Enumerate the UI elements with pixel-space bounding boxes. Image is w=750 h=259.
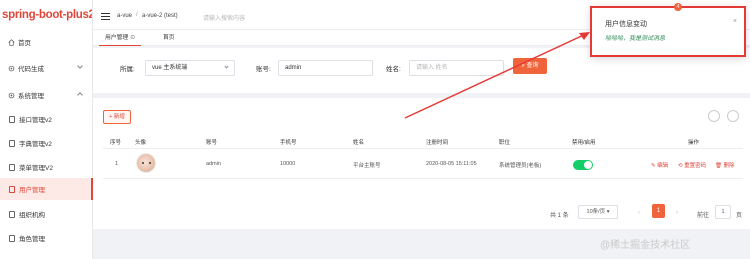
column-header: 姓名	[353, 140, 365, 146]
document-icon	[8, 163, 16, 171]
edit-button[interactable]: ✎ 编辑	[651, 161, 668, 169]
sidebar-item-org[interactable]: 组织机构	[0, 203, 93, 225]
menu-toggle-icon[interactable]	[101, 13, 110, 20]
close-icon[interactable]: ×	[733, 18, 737, 25]
notification-popup: 用户信息变动 × 哈哈哈，我是测试消息	[590, 6, 746, 57]
cell-register-time: 2020-08-05 15:11:05	[426, 161, 477, 167]
page-number-current[interactable]: 1	[652, 204, 665, 218]
tab-label: 用户管理	[105, 35, 129, 41]
document-icon	[8, 139, 16, 147]
cell-account: admin	[206, 161, 221, 167]
column-header: 操作	[688, 140, 700, 146]
sidebar-item-label: 组织机构	[19, 212, 45, 219]
system-select-value: vue 主系统端	[152, 65, 188, 71]
cell-index: 1	[115, 161, 119, 167]
sidebar-item-label: 菜单管理V2	[19, 165, 53, 172]
column-header: 手机号	[280, 140, 297, 146]
table-row: 1 admin 10000 平台主账号 2020-08-05 15:11:05 …	[103, 149, 743, 179]
enable-toggle[interactable]	[573, 160, 593, 170]
sidebar-item-label: 角色管理	[19, 236, 45, 243]
sidebar-item-system[interactable]: 系统管理	[0, 84, 93, 106]
chevron-up-icon	[77, 92, 83, 98]
sidebar-item-users[interactable]: 用户管理	[0, 178, 93, 200]
sidebar-item-home[interactable]: 首页	[0, 31, 93, 53]
sidebar-item-label: 字典管理v2	[19, 141, 52, 148]
cell-name: 平台主账号	[353, 163, 381, 169]
delete-label: 删除	[723, 163, 735, 169]
table-header: 序号 头像 账号 手机号 姓名 注册时间 职位 禁用/启用 操作	[103, 135, 743, 149]
account-input-value: admin	[285, 65, 302, 71]
document-icon	[8, 185, 16, 193]
breadcrumb-item[interactable]: a-vue	[117, 13, 132, 19]
page-unit-label: 页	[736, 213, 743, 219]
search-toggle-icon[interactable]	[727, 110, 739, 122]
prev-page-icon[interactable]: ‹	[638, 210, 640, 216]
page-size-value: 10条/页	[586, 209, 606, 215]
sidebar-item-label: 首页	[18, 40, 31, 47]
system-label: 所属:	[120, 66, 135, 73]
search-icon: ⌕	[521, 63, 525, 69]
pagination-total: 共 1 条	[550, 213, 569, 219]
notification-message: 哈哈哈，我是测试消息	[605, 36, 666, 42]
column-header: 序号	[110, 140, 122, 146]
sidebar-item-label: 接口管理v2	[19, 117, 52, 124]
reset-password-label: 重置密码	[684, 163, 707, 169]
gear-icon	[7, 64, 15, 72]
account-label: 账号:	[256, 66, 271, 73]
header-search-input[interactable]: 请输入搜索内容	[203, 13, 245, 22]
document-icon	[8, 210, 16, 218]
sidebar-item-codegen[interactable]: 代码生成	[0, 57, 93, 79]
refresh-icon[interactable]	[708, 110, 720, 122]
breadcrumb-separator: /	[136, 12, 138, 18]
home-icon	[7, 38, 15, 46]
sidebar-item-api[interactable]: 接口管理v2	[0, 108, 93, 130]
tab-home[interactable]: 首页	[157, 30, 181, 46]
sidebar-item-label: 系统管理	[18, 93, 44, 100]
app-logo: spring-boot-plus2	[2, 9, 92, 21]
avatar	[136, 153, 156, 173]
sidebar-item-dict[interactable]: 字典管理v2	[0, 132, 93, 154]
tab-close-icon[interactable]: ⊙	[130, 35, 135, 41]
column-header: 注册时间	[426, 140, 449, 146]
add-user-button[interactable]: + 新增	[103, 110, 131, 124]
sidebar-item-label: 代码生成	[18, 66, 44, 73]
tab-label: 首页	[163, 35, 175, 41]
notification-badge: 4	[674, 3, 682, 11]
sidebar-item-roles[interactable]: 角色管理	[0, 227, 93, 249]
next-page-icon[interactable]: ›	[676, 210, 678, 216]
search-button[interactable]: ⌕ 查询	[513, 58, 547, 74]
reset-password-button[interactable]: ⟲ 重置密码	[678, 161, 706, 169]
goto-page-input[interactable]: 1	[715, 205, 731, 219]
name-input[interactable]: 请输入 姓名	[409, 60, 504, 76]
breadcrumb-item[interactable]: a-vue-2 (test)	[142, 13, 178, 19]
goto-label: 前往	[697, 213, 710, 219]
chevron-down-icon	[77, 63, 83, 69]
tab-user-management[interactable]: 用户管理 ⊙	[99, 30, 142, 46]
search-button-label: 查询	[526, 63, 539, 69]
column-header: 禁用/启用	[572, 140, 596, 146]
edit-label: 编辑	[657, 163, 669, 169]
cell-phone: 10000	[280, 161, 296, 167]
delete-button[interactable]: 🗑 删除	[715, 161, 735, 169]
page-size-select[interactable]: 10条/页 ▾	[578, 205, 618, 219]
gear-icon	[7, 91, 15, 99]
column-header: 职位	[499, 140, 511, 146]
document-icon	[8, 234, 16, 242]
name-input-placeholder: 请输入 姓名	[416, 65, 448, 71]
watermark: @稀土掘金技术社区	[600, 240, 691, 251]
document-icon	[8, 115, 16, 123]
notification-title: 用户信息变动	[605, 21, 647, 28]
sidebar-item-label: 用户管理	[19, 187, 45, 194]
account-input[interactable]: admin	[278, 60, 373, 76]
column-header: 头像	[135, 140, 147, 146]
name-label: 姓名:	[386, 66, 401, 73]
chevron-down-icon	[224, 64, 229, 69]
cell-position: 系统管理员(老板)	[499, 163, 542, 169]
sidebar: spring-boot-plus2 首页 代码生成 系统管理 接口管理v2 字典…	[0, 0, 93, 259]
system-select[interactable]: vue 主系统端	[145, 60, 235, 76]
column-header: 账号	[206, 140, 218, 146]
sidebar-item-menu[interactable]: 菜单管理V2	[0, 156, 93, 178]
